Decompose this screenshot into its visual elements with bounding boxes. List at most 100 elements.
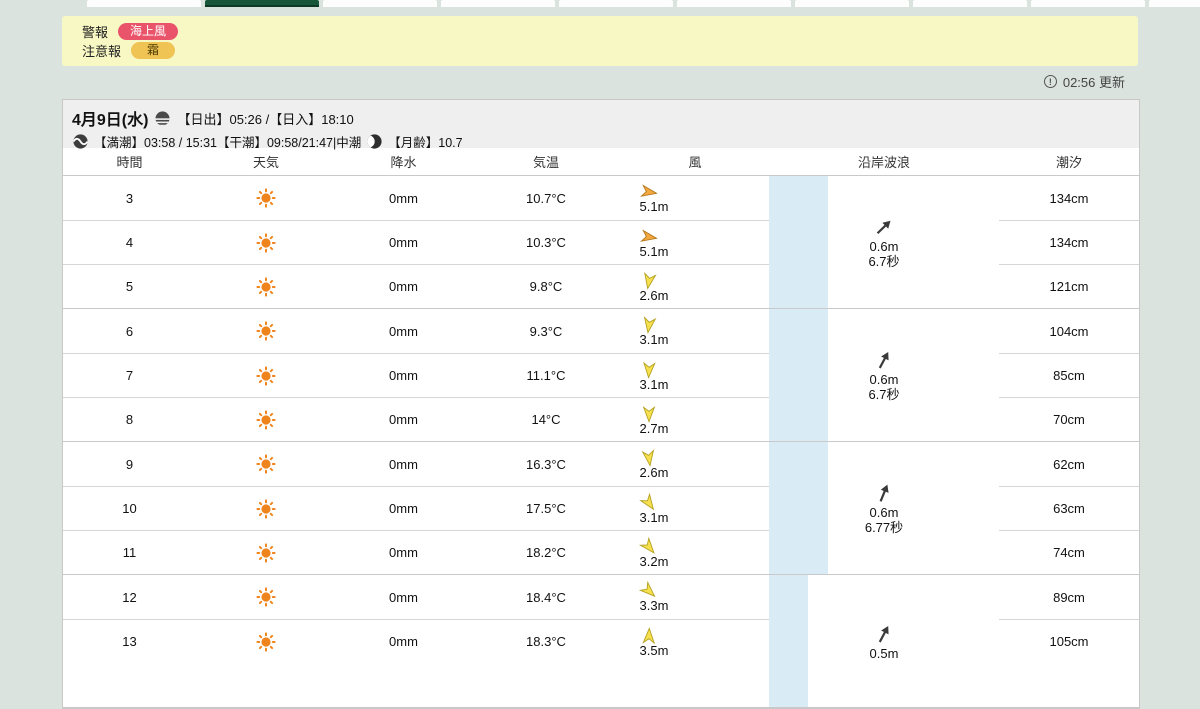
tide-cell: 85cm bbox=[999, 353, 1139, 397]
col-header-weather: 天気 bbox=[252, 155, 279, 170]
wind-direction-icon bbox=[644, 271, 657, 290]
temp-cell: 9.3°C bbox=[529, 323, 563, 339]
temp-cell: 18.4°C bbox=[526, 589, 566, 605]
table-header-row: 時間 天気 降水 気温 風 沿岸波浪 潮汐 bbox=[63, 148, 1139, 176]
tide-cell: 63cm bbox=[999, 486, 1139, 530]
weather-cell bbox=[196, 397, 336, 441]
weather-cell bbox=[196, 353, 336, 397]
tide-cell: 134cm bbox=[1049, 190, 1089, 206]
wind-speed: 3.1m bbox=[639, 332, 669, 347]
tide-times-info: 【満潮】03:58 / 15:31【干潮】09:58/21:47|中潮 bbox=[94, 136, 362, 150]
forecast-rows: 6 0mm 9.3°C 3.1m 7 0mm 11.1°C 3.1m 8 0mm… bbox=[63, 309, 769, 441]
temp-cell: 14°C bbox=[471, 397, 621, 441]
col-header-wind: 風 bbox=[688, 155, 702, 170]
forecast-group: 6 0mm 9.3°C 3.1m 7 0mm 11.1°C 3.1m 8 0mm… bbox=[63, 309, 1139, 442]
tab-9[interactable] bbox=[1031, 0, 1145, 7]
precip-cell: 0mm bbox=[389, 323, 418, 339]
top-tab-bar bbox=[87, 0, 1200, 7]
moon-age-info: 【月齢】10.7 bbox=[388, 136, 463, 150]
weather-cell bbox=[196, 486, 336, 530]
sunny-icon bbox=[256, 276, 276, 297]
wind-cell: 3.5m bbox=[621, 619, 769, 663]
tab-7[interactable] bbox=[795, 0, 909, 7]
advisory-badge[interactable]: 霜 bbox=[131, 42, 176, 59]
weather-cell bbox=[196, 264, 336, 308]
sunny-icon bbox=[256, 454, 276, 474]
forecast-group: 9 0mm 16.3°C 2.6m 10 0mm 17.5°C 3.1m 11 … bbox=[63, 442, 1139, 575]
precip-cell: 0mm bbox=[389, 456, 418, 472]
moon-icon bbox=[367, 134, 382, 149]
tab-8[interactable] bbox=[913, 0, 1027, 7]
precip-cell: 0mm bbox=[336, 264, 471, 308]
wind-direction-icon bbox=[643, 361, 656, 379]
sunny-icon bbox=[256, 498, 276, 519]
wave-period: 6.77秒 bbox=[864, 520, 904, 535]
date-header: 4月9日(水) 【日出】05:26 /【日入】18:10 【満潮】03:58 /… bbox=[63, 100, 1139, 150]
tab-5[interactable] bbox=[559, 0, 673, 7]
tab-10[interactable] bbox=[1149, 0, 1200, 7]
time-cell: 7 bbox=[63, 353, 196, 397]
wind-direction-icon bbox=[641, 449, 655, 467]
wind-direction-icon bbox=[639, 184, 658, 197]
sunny-icon bbox=[256, 587, 276, 607]
update-info-icon: ! bbox=[1043, 75, 1057, 88]
weather-cell bbox=[196, 530, 336, 574]
wave-height-bar bbox=[769, 442, 828, 574]
sunny-icon bbox=[256, 542, 276, 563]
forecast-card: 4月9日(水) 【日出】05:26 /【日入】18:10 【満潮】03:58 /… bbox=[62, 99, 1140, 709]
tide-cell: 74cm bbox=[999, 530, 1139, 574]
temp-cell: 18.2°C bbox=[471, 530, 621, 574]
time-cell: 8 bbox=[63, 397, 196, 441]
wind-cell: 3.1m bbox=[621, 486, 769, 530]
wind-direction-icon bbox=[639, 228, 658, 242]
precip-cell: 0mm bbox=[336, 619, 471, 663]
forecast-rows: 12 0mm 18.4°C 3.3m 13 0mm 18.3°C 3.5m bbox=[63, 575, 769, 707]
tab-6[interactable] bbox=[677, 0, 791, 7]
sunny-icon bbox=[256, 365, 276, 386]
wind-cell: 3.1m bbox=[621, 309, 769, 353]
precip-cell: 0mm bbox=[336, 220, 471, 264]
wind-speed: 2.7m bbox=[639, 420, 669, 436]
forecast-group: 12 0mm 18.4°C 3.3m 13 0mm 18.3°C 3.5m 0.… bbox=[63, 575, 1139, 708]
sunny-icon bbox=[256, 321, 276, 341]
tide-cell: 70cm bbox=[999, 397, 1139, 441]
tide-cell: 121cm bbox=[999, 264, 1139, 308]
wind-direction-icon bbox=[643, 316, 657, 334]
tide-icon bbox=[73, 134, 88, 149]
warning-badge[interactable]: 海上風 bbox=[118, 23, 179, 40]
update-time: ! 02:56 更新 bbox=[1043, 72, 1125, 91]
time-cell: 3 bbox=[125, 190, 134, 206]
wind-cell: 5.1m bbox=[621, 176, 769, 220]
wind-cell: 3.1m bbox=[621, 353, 769, 397]
wind-cell: 2.6m bbox=[621, 442, 769, 486]
tide-column: 134cm 134cm 121cm bbox=[999, 176, 1139, 308]
sunny-icon bbox=[256, 409, 276, 430]
tab-2[interactable] bbox=[205, 0, 319, 7]
wind-speed: 3.2m bbox=[639, 553, 669, 569]
col-header-tide: 潮汐 bbox=[1055, 155, 1082, 170]
time-cell: 9 bbox=[125, 456, 134, 472]
wave-height: 0.6m bbox=[869, 372, 899, 387]
temp-cell: 18.3°C bbox=[471, 619, 621, 663]
sunrise-icon bbox=[155, 110, 171, 126]
wave-period: 6.7秒 bbox=[868, 254, 900, 269]
wind-cell: 2.6m bbox=[621, 264, 769, 308]
weather-cell bbox=[196, 619, 336, 663]
wind-cell: 2.7m bbox=[621, 397, 769, 441]
tab-1[interactable] bbox=[87, 0, 201, 7]
precip-cell: 0mm bbox=[336, 530, 471, 574]
time-cell: 11 bbox=[63, 530, 196, 574]
alert-banner: 警報 海上風 注意報 霜 bbox=[62, 16, 1138, 66]
forecast-group: 3 0mm 10.7°C 5.1m 4 0mm 10.3°C 5.1m 5 0m… bbox=[63, 176, 1139, 309]
tab-3[interactable] bbox=[323, 0, 437, 7]
time-cell: 12 bbox=[122, 589, 137, 605]
temp-cell: 16.3°C bbox=[526, 456, 566, 472]
date-title: 4月9日(水) bbox=[72, 112, 149, 129]
wind-speed: 3.1m bbox=[639, 376, 669, 392]
wind-speed: 3.5m bbox=[639, 642, 669, 658]
coastal-wave-cell: 0.6m 6.7秒 bbox=[769, 176, 999, 308]
tab-4[interactable] bbox=[441, 0, 555, 7]
weather-cell bbox=[196, 442, 336, 486]
precip-cell: 0mm bbox=[389, 190, 418, 206]
wave-height: 0.6m bbox=[869, 505, 899, 520]
